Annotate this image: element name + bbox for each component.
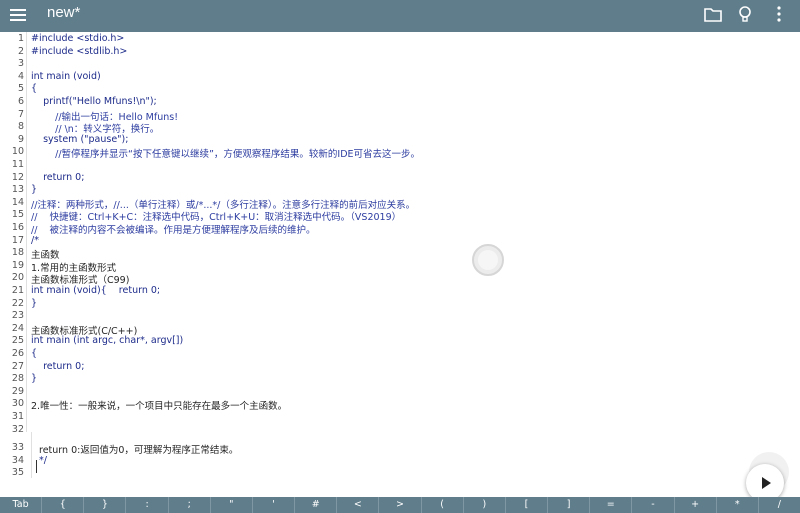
line-number: 2 [17,45,24,57]
code-line: return 0; [31,171,85,183]
line-number: 4 [17,70,24,82]
menu-icon[interactable] [8,5,28,25]
lightbulb-icon[interactable] [734,3,756,25]
symbol-key[interactable]: < [337,497,380,513]
symbol-key[interactable]: / [759,497,800,513]
line-number: 24 [11,322,24,334]
line-number: 18 [11,247,24,259]
line-number: 12 [11,171,24,183]
code-line: system ("pause"); [31,133,129,145]
code-line: #include <stdlib.h> [31,45,128,57]
line-number: 21 [11,285,24,296]
symbol-key[interactable]: * [717,497,759,513]
code-line: /* [31,234,39,246]
code-line: 2.唯一性：一般来说，一个项目中只能存在最多一个主函数。 [31,401,288,413]
symbol-key[interactable]: } [84,497,127,513]
line-number: 17 [11,234,24,246]
code-line: int main (void){ return 0; [31,285,161,296]
symbol-key[interactable]: ( [422,497,464,513]
drag-handle[interactable] [472,244,504,276]
line-number: 22 [11,297,24,309]
code-line: // 被注释的内容不会被编译。作用是方便理解程序及后续的维护。 [31,225,316,236]
symbol-key[interactable]: - [632,497,675,513]
code-line: { [31,83,38,95]
code-line: //暂停程序并显示“按下任意键以继续”，方便观察程序结果。较新的IDE可省去这一… [31,149,421,161]
line-number: 35 [11,467,24,479]
symbol-key[interactable]: > [379,497,422,513]
line-number: 9 [17,133,24,145]
code-line: int main (void) [31,70,101,82]
gutter-divider [26,32,27,432]
line-number: 20 [11,272,24,284]
line-number: 28 [11,373,24,385]
code-line: */ [36,454,47,466]
code-line: { [31,348,38,359]
app-bar: new* [0,0,800,32]
symbol-key[interactable]: ; [169,497,211,513]
code-line: int main (int argc, char*, argv[]) [31,335,184,347]
symbol-key[interactable]: " [211,497,253,513]
code-line: return 0:返回值为0，可理解为程序正常结束。 [36,445,239,457]
symbol-key[interactable]: ' [253,497,296,513]
symbol-key[interactable]: # [295,497,338,513]
symbol-key-bar: Tab{}:; " ' # < >()[] = - + * / [0,497,800,513]
line-number: 27 [11,360,24,372]
symbol-key[interactable]: = [590,497,633,513]
line-number: 34 [11,454,24,466]
symbol-key[interactable]: Tab [0,497,43,513]
code-line: } [31,297,38,309]
file-title: new* [47,4,81,21]
line-number: 14 [11,196,24,208]
line-number: 30 [11,398,24,410]
line-number: 23 [11,310,24,322]
line-number: 7 [17,108,24,120]
code-line: } [31,373,38,385]
code-line: printf("Hello Mfuns!\n"); [31,96,157,107]
line-number: 15 [11,209,24,221]
line-number: 8 [17,121,24,133]
symbol-key[interactable]: { [42,497,85,513]
symbol-key[interactable]: ) [464,497,506,513]
code-line: return 0; [31,360,85,372]
line-number: 3 [17,58,24,70]
symbol-key[interactable]: ] [548,497,591,513]
line-number: 1 [17,33,24,44]
gutter-divider [31,432,32,478]
line-number: 6 [17,96,24,107]
more-vert-icon[interactable] [768,3,790,25]
line-number: 5 [17,83,24,95]
line-number: 29 [11,385,24,397]
code-line: } [31,184,38,196]
line-number: 13 [11,184,24,196]
line-number: 11 [11,159,24,170]
symbol-key[interactable]: : [126,497,169,513]
text-cursor [36,460,37,473]
line-number: 19 [11,259,24,271]
line-number: 16 [11,222,24,233]
line-number: 31 [11,411,24,422]
symbol-key[interactable]: [ [506,497,549,513]
line-number: 25 [11,335,24,347]
line-number: 10 [11,146,24,158]
code-line: #include <stdio.h> [31,33,125,44]
line-number: 32 [11,423,24,435]
line-number: 26 [11,348,24,359]
folder-icon[interactable] [702,3,724,25]
symbol-key[interactable]: + [675,497,717,513]
code-editor[interactable]: 1 #include <stdio.h> 2 #include <stdlib.h> 3… [0,32,800,496]
line-number: 33 [11,442,24,454]
